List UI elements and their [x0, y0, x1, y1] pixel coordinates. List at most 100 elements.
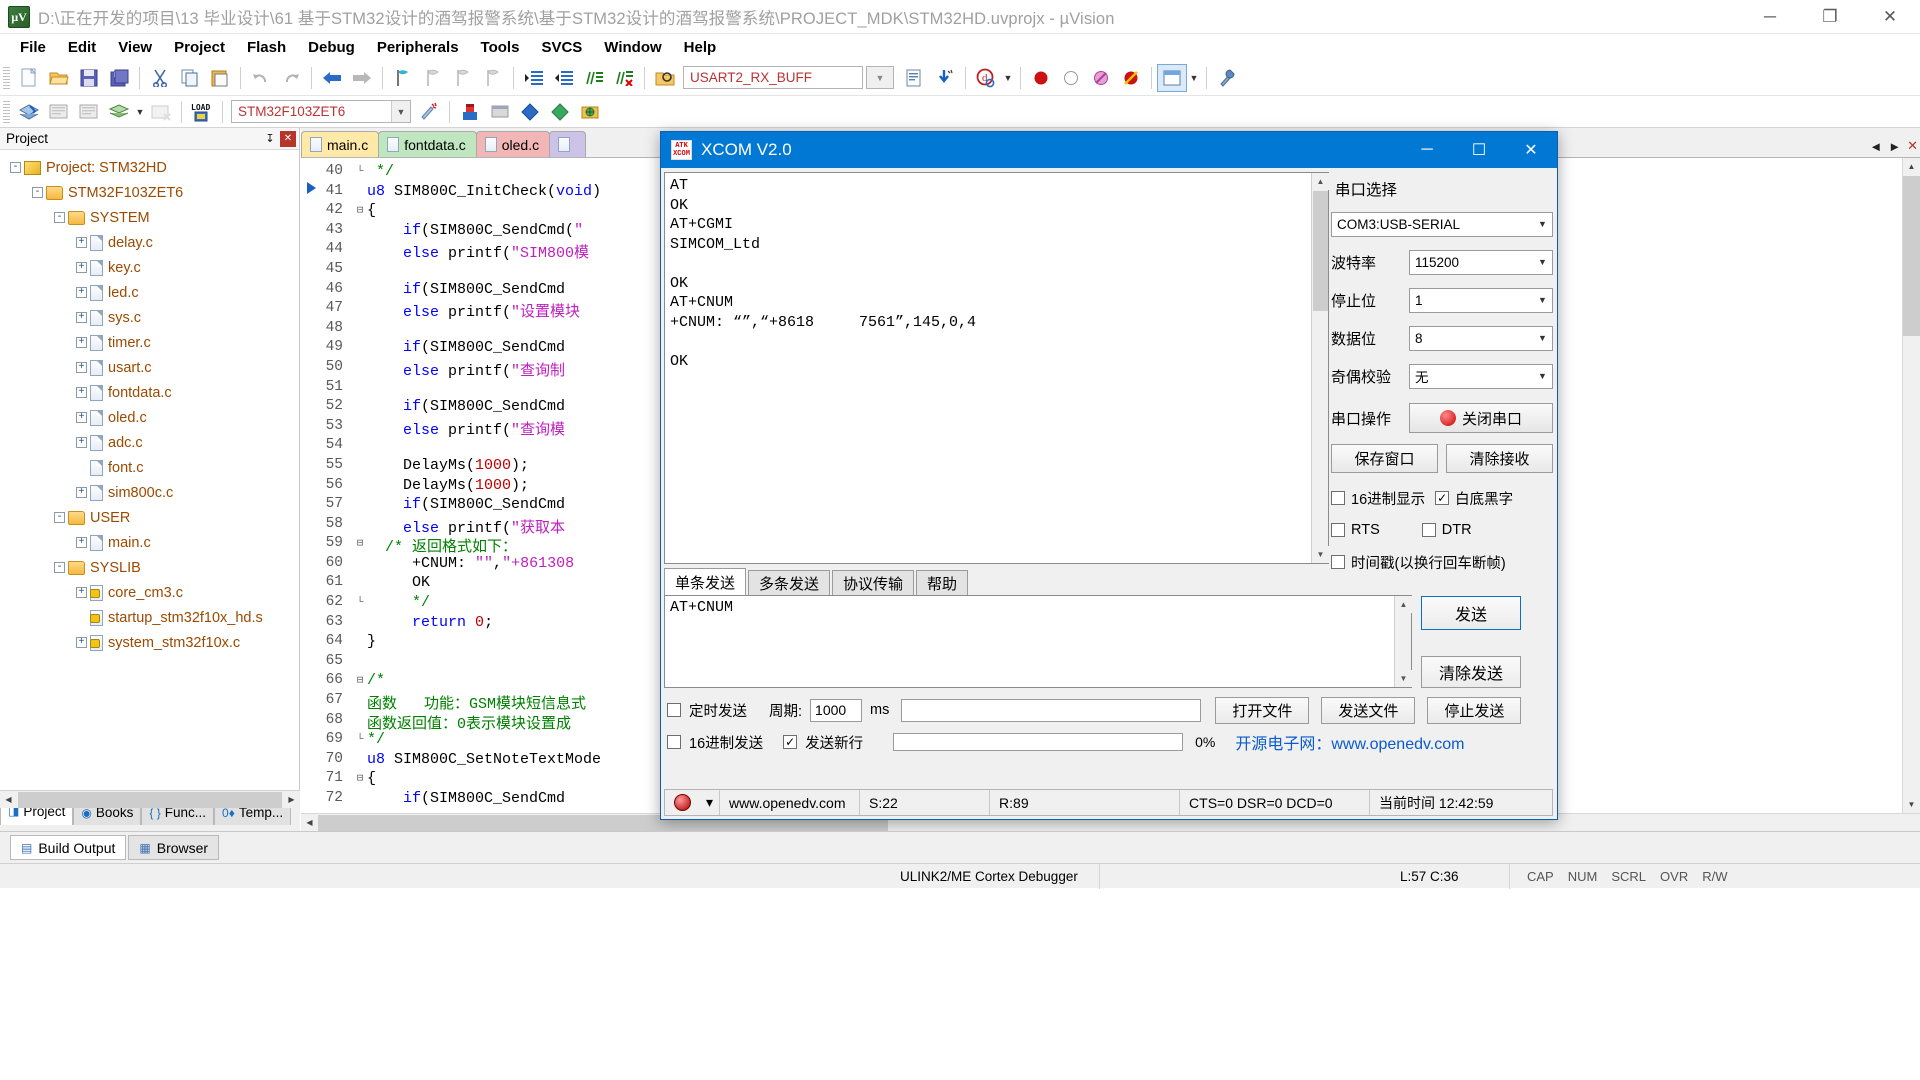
open-file-icon[interactable]	[44, 64, 74, 92]
maximize-button[interactable]: ❐	[1800, 0, 1860, 34]
terminal-scrollbar[interactable]: ▲ ▼	[1311, 173, 1329, 563]
send-file-button[interactable]: 发送文件	[1321, 696, 1416, 724]
pin-icon[interactable]: ↧	[262, 131, 278, 147]
fold-marker[interactable]	[353, 516, 367, 536]
tree-node[interactable]: - SYSLIB	[0, 555, 299, 580]
indent-left-icon[interactable]	[549, 64, 579, 92]
tree-node[interactable]: + oled.c	[0, 405, 299, 430]
fold-marker[interactable]: └	[353, 163, 367, 183]
close-button[interactable]: ✕	[1860, 0, 1920, 34]
send-tab[interactable]: 协议传输	[832, 570, 915, 595]
rebuild-icon[interactable]	[74, 98, 104, 126]
close-port-button[interactable]: 关闭串口	[1409, 403, 1553, 433]
fold-marker[interactable]	[353, 183, 367, 203]
diamond-blue-icon[interactable]	[515, 98, 545, 126]
expand-icon[interactable]: +	[76, 362, 87, 373]
tree-node[interactable]: + usart.c	[0, 355, 299, 380]
menu-window[interactable]: Window	[593, 37, 672, 58]
editor-tab-extra[interactable]	[549, 131, 587, 157]
diamond-green-icon[interactable]	[545, 98, 575, 126]
parity-select-caret-icon[interactable]: ▼	[1533, 365, 1552, 388]
copy-icon[interactable]	[175, 64, 205, 92]
stopbits-select[interactable]: 1 ▼	[1409, 287, 1553, 313]
uncomment-icon[interactable]	[609, 64, 639, 92]
tab-prev-icon[interactable]: ◄	[1869, 139, 1882, 154]
comment-icon[interactable]	[579, 64, 609, 92]
build-toolbar-grip[interactable]	[3, 100, 10, 123]
menu-tools[interactable]: Tools	[470, 37, 531, 58]
fold-marker[interactable]	[353, 339, 367, 359]
breakpoint-disabled-icon[interactable]	[1056, 64, 1086, 92]
menu-edit[interactable]: Edit	[57, 37, 107, 58]
fold-marker[interactable]	[353, 437, 367, 457]
translate-icon[interactable]	[14, 98, 44, 126]
file-path-input[interactable]	[901, 698, 1202, 722]
output-tab-browser[interactable]: ▦ Browser	[128, 835, 220, 860]
stopbits-select-caret-icon[interactable]: ▼	[1533, 289, 1552, 312]
output-tab-build-output[interactable]: ▤ Build Output	[10, 835, 127, 860]
batch-build-icon[interactable]	[104, 98, 134, 126]
project-tree-hscrollbar[interactable]: ◀ ▶	[0, 790, 300, 808]
editor-tab-main-c[interactable]: main.c	[301, 131, 380, 157]
editor-vscroll-thumb[interactable]	[1903, 176, 1920, 336]
expand-icon[interactable]: +	[76, 337, 87, 348]
tree-node[interactable]: + adc.c	[0, 430, 299, 455]
target-combo[interactable]: STM32F103ZET6 ▼	[231, 100, 411, 123]
send-textarea[interactable]: AT+CNUM ▲ ▼	[664, 595, 1412, 688]
bookmark-clear-icon[interactable]	[478, 64, 508, 92]
menu-view[interactable]: View	[107, 37, 163, 58]
period-input[interactable]: 1000	[810, 698, 863, 722]
project-tree[interactable]: - Project: STM32HD - STM32F103ZET6- SYSTEM + d…	[0, 151, 299, 793]
fold-marker[interactable]	[353, 496, 367, 516]
expand-icon[interactable]: +	[76, 287, 87, 298]
menu-help[interactable]: Help	[673, 37, 728, 58]
toolbar-grip[interactable]	[3, 66, 10, 89]
manage-runtime-icon[interactable]	[455, 98, 485, 126]
save-window-button[interactable]: 保存窗口	[1331, 444, 1438, 473]
timestamp-checkbox[interactable]	[1331, 555, 1345, 569]
insert-file-icon[interactable]	[900, 64, 930, 92]
status-site[interactable]: www.openedv.com	[720, 790, 861, 815]
open-file-button[interactable]: 打开文件	[1215, 696, 1310, 724]
fold-marker[interactable]	[353, 790, 367, 810]
fold-marker[interactable]	[353, 751, 367, 771]
window-layout-icon[interactable]	[1157, 63, 1187, 92]
navigate-back-icon[interactable]	[317, 64, 347, 92]
clear-send-button[interactable]: 清除发送	[1421, 656, 1521, 688]
fold-marker[interactable]: ⊟	[353, 202, 367, 222]
fold-marker[interactable]	[353, 692, 367, 712]
fold-marker[interactable]: └	[353, 731, 367, 751]
tree-node[interactable]: - USER	[0, 505, 299, 530]
tree-node[interactable]: - Project: STM32HD	[0, 155, 299, 180]
status-dropdown-icon[interactable]: ▾	[700, 790, 721, 815]
send-tab[interactable]: 单条发送	[664, 568, 747, 595]
expand-icon[interactable]: +	[76, 412, 87, 423]
rts-option[interactable]: RTS	[1331, 517, 1380, 543]
newline-send-checkbox[interactable]	[783, 735, 798, 749]
menu-project[interactable]: Project	[163, 37, 236, 58]
stop-send-button[interactable]: 停止发送	[1427, 696, 1522, 724]
tree-node[interactable]: + key.c	[0, 255, 299, 280]
expand-icon[interactable]: +	[76, 237, 87, 248]
collapse-icon[interactable]: -	[54, 212, 65, 223]
symbol-combo[interactable]: USART2_RX_BUFF	[683, 66, 863, 89]
xcom-minimize-button[interactable]: ─	[1401, 132, 1453, 168]
breakpoint-icon[interactable]	[1026, 64, 1056, 92]
hex-send-checkbox[interactable]	[667, 735, 681, 749]
download-icon[interactable]	[930, 64, 960, 92]
editor-tab-oled-c[interactable]: oled.c	[475, 131, 551, 157]
xcom-close-button[interactable]: ✕	[1505, 132, 1557, 168]
collapse-icon[interactable]: -	[54, 512, 65, 523]
clear-receive-button[interactable]: 清除接收	[1446, 444, 1553, 473]
expand-icon[interactable]: +	[76, 537, 87, 548]
minimize-button[interactable]: ─	[1740, 0, 1800, 34]
paste-icon[interactable]	[205, 64, 235, 92]
fold-marker[interactable]	[353, 398, 367, 418]
fold-marker[interactable]: ⊟	[353, 770, 367, 790]
tree-node[interactable]: + core_cm3.c	[0, 580, 299, 605]
target-options-icon[interactable]	[414, 98, 444, 126]
parity-select[interactable]: 无 ▼	[1409, 363, 1553, 389]
fold-marker[interactable]: ⊟	[353, 672, 367, 692]
fold-marker[interactable]	[353, 320, 367, 340]
window-layout-caret[interactable]: ▼	[1187, 73, 1201, 83]
